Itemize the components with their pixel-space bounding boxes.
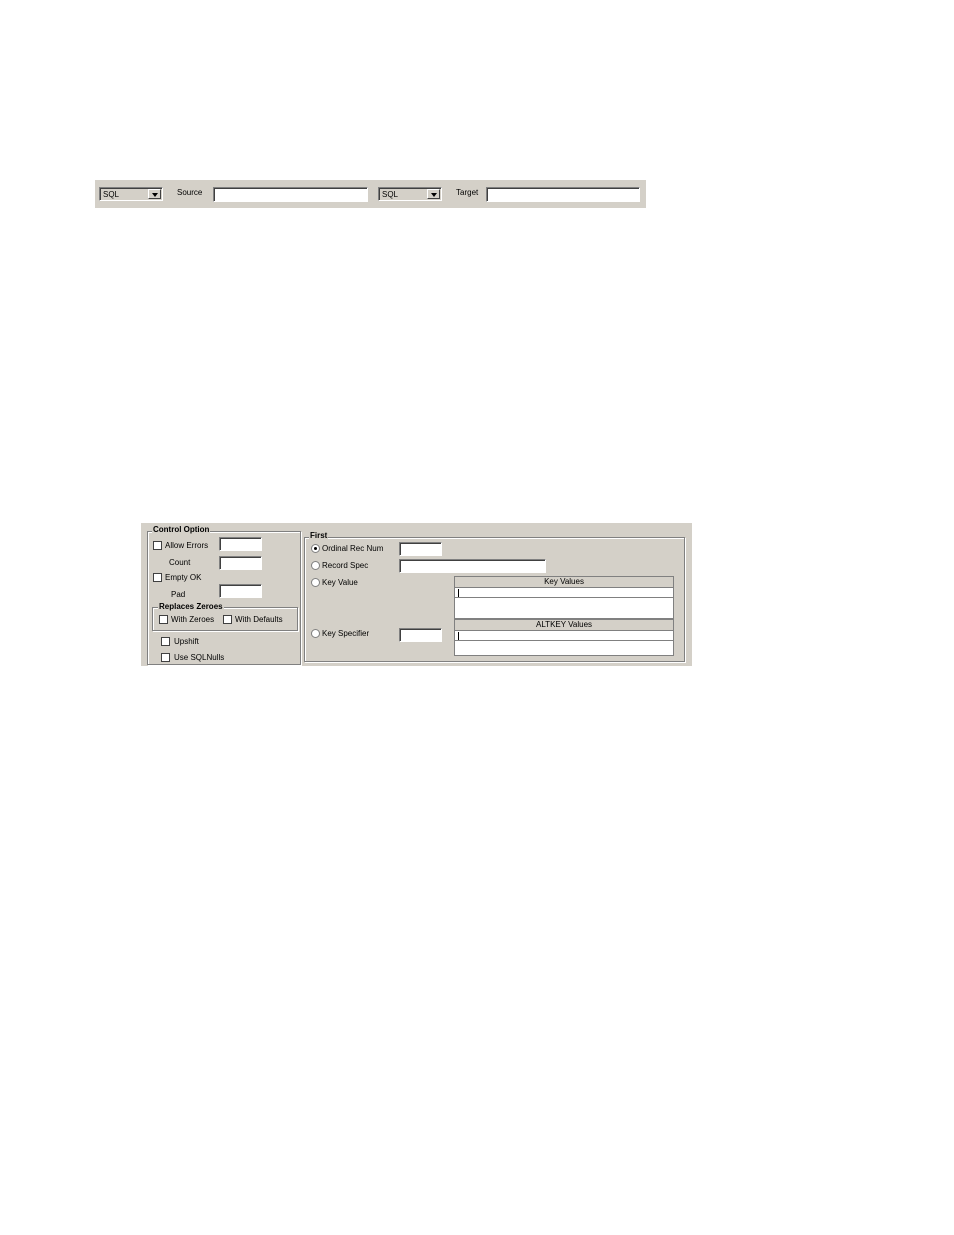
- chevron-down-icon[interactable]: [148, 189, 161, 199]
- with-zeroes-checkbox[interactable]: [159, 615, 168, 624]
- source-target-toolbar: SQL Source SQL Target: [95, 180, 646, 208]
- empty-ok-label: Empty OK: [165, 573, 202, 582]
- record-spec-input[interactable]: [399, 559, 546, 573]
- source-type-value: SQL: [103, 190, 120, 199]
- ordinal-rec-num-input[interactable]: [399, 542, 442, 556]
- options-panel: Control Option Allow Errors Count Empty …: [141, 523, 692, 666]
- key-values-grid[interactable]: Key Values: [454, 576, 674, 619]
- ordinal-rec-num-label: Ordinal Rec Num: [322, 544, 384, 553]
- count-label: Count: [169, 558, 191, 567]
- with-defaults-label: With Defaults: [235, 615, 283, 624]
- altkey-values-header: ALTKEY Values: [455, 620, 673, 631]
- source-label: Source: [177, 188, 203, 197]
- allow-errors-label: Allow Errors: [165, 541, 209, 550]
- target-type-select[interactable]: SQL: [378, 187, 442, 201]
- control-option-title: Control Option: [152, 525, 211, 534]
- empty-ok-checkbox[interactable]: [153, 573, 162, 582]
- target-label: Target: [456, 188, 479, 197]
- key-specifier-input[interactable]: [399, 628, 442, 642]
- use-sql-nulls-checkbox[interactable]: [161, 653, 170, 662]
- key-values-header: Key Values: [455, 577, 673, 588]
- altkey-values-grid[interactable]: ALTKEY Values: [454, 619, 674, 656]
- target-type-value: SQL: [382, 190, 399, 199]
- source-type-select[interactable]: SQL: [99, 187, 163, 201]
- key-value-label: Key Value: [322, 578, 358, 587]
- first-title: First: [309, 531, 329, 540]
- use-sql-nulls-label: Use SQLNulls: [174, 653, 225, 662]
- pad-label: Pad: [171, 590, 186, 599]
- pad-input[interactable]: [219, 584, 262, 598]
- key-specifier-label: Key Specifier: [322, 629, 370, 638]
- key-value-radio[interactable]: [311, 578, 320, 587]
- replaces-zeroes-title: Replaces Zeroes: [158, 602, 224, 611]
- table-row[interactable]: [455, 588, 673, 598]
- table-row[interactable]: [455, 631, 673, 641]
- source-input[interactable]: [213, 187, 368, 202]
- allow-errors-checkbox[interactable]: [153, 541, 162, 550]
- upshift-label: Upshift: [174, 637, 199, 646]
- ordinal-rec-num-radio[interactable]: [311, 544, 320, 553]
- record-spec-label: Record Spec: [322, 561, 369, 570]
- with-zeroes-label: With Zeroes: [171, 615, 215, 624]
- upshift-checkbox[interactable]: [161, 637, 170, 646]
- record-spec-radio[interactable]: [311, 561, 320, 570]
- allow-errors-input[interactable]: [219, 537, 262, 551]
- count-input[interactable]: [219, 556, 262, 570]
- chevron-down-icon[interactable]: [427, 189, 440, 199]
- target-input[interactable]: [486, 187, 640, 202]
- with-defaults-checkbox[interactable]: [223, 615, 232, 624]
- key-specifier-radio[interactable]: [311, 629, 320, 638]
